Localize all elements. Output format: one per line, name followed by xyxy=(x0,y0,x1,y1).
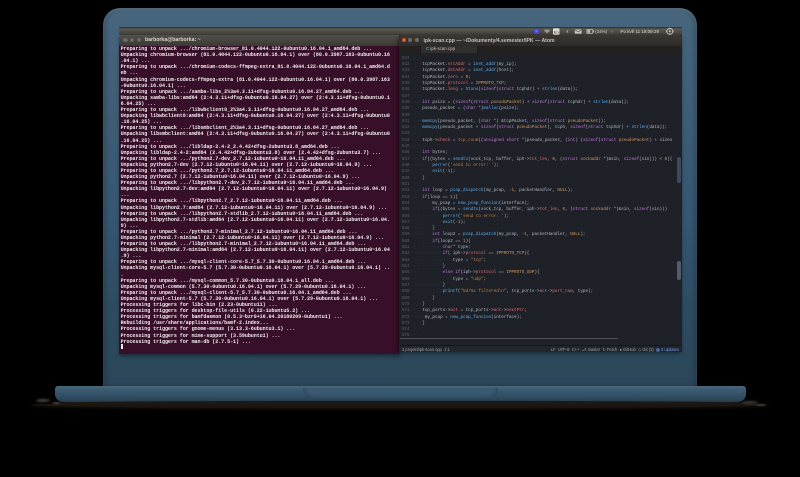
svg-text:Po kvě 11 16:09:29: Po kvě 11 16:09:29 xyxy=(621,29,660,34)
svg-text:‹›: ‹› xyxy=(611,29,615,34)
svg-text:En: En xyxy=(554,29,559,34)
svg-text:(34%): (34%) xyxy=(595,29,607,34)
